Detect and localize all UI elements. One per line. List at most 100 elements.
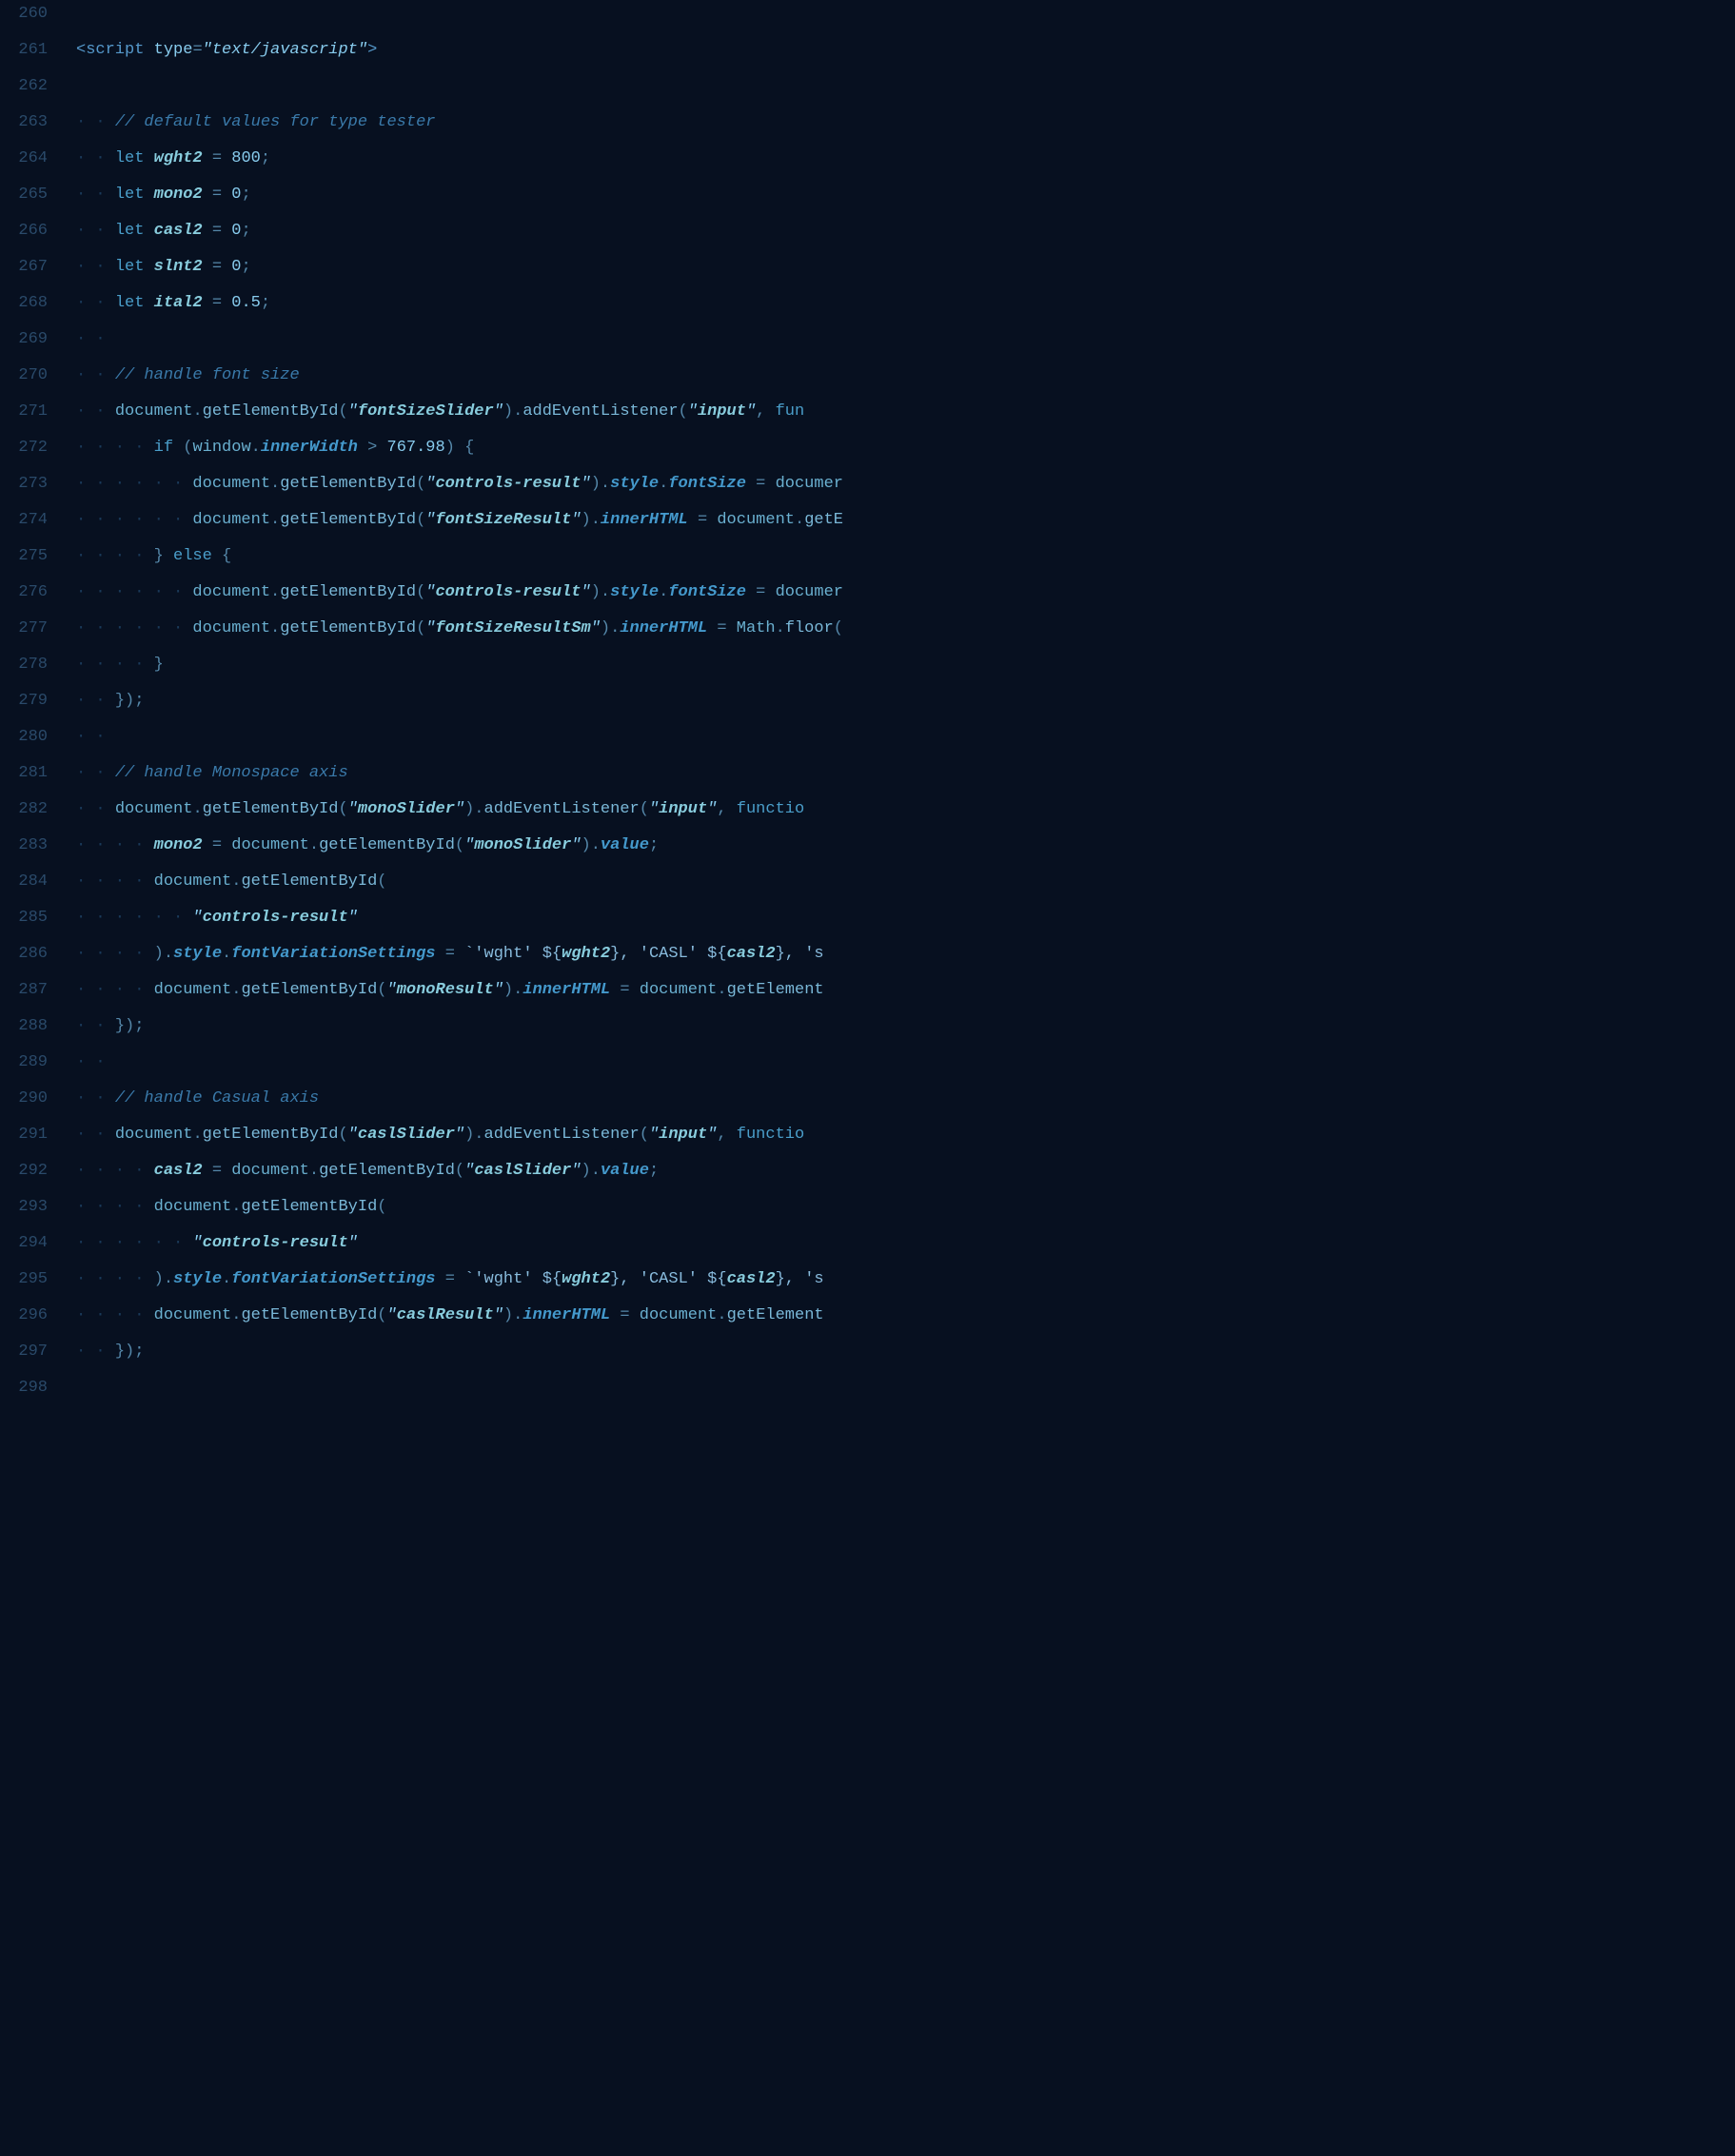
line-content: · · · · document.getElementById("caslRes… <box>67 1303 1735 1328</box>
code-line-277: 277 · · · · · · document.getElementById(… <box>0 615 1735 651</box>
line-content: · · · · document.getElementById( <box>67 1194 1735 1220</box>
code-line-291: 291 · · document.getElementById("caslSli… <box>0 1121 1735 1157</box>
line-content: · · · · · · document.getElementById("con… <box>67 579 1735 605</box>
line-number: 264 <box>0 146 67 171</box>
code-line-290: 290 · · // handle Casual axis <box>0 1085 1735 1121</box>
line-number: 282 <box>0 796 67 822</box>
code-line-289: 289 · · <box>0 1049 1735 1085</box>
line-content: · · let casl2 = 0; <box>67 218 1735 244</box>
line-number: 272 <box>0 435 67 461</box>
line-content: · · let wght2 = 800; <box>67 146 1735 171</box>
code-line-261: 261 <script type="text/javascript"> <box>0 36 1735 72</box>
code-line-260: 260 <box>0 0 1735 36</box>
line-content: · · · · } <box>67 652 1735 677</box>
line-content: · · · · · · document.getElementById("con… <box>67 471 1735 497</box>
line-number: 289 <box>0 1049 67 1075</box>
line-number: 291 <box>0 1122 67 1147</box>
code-line-295: 295 · · · · ).style.fontVariationSetting… <box>0 1265 1735 1302</box>
code-line-296: 296 · · · · document.getElementById("cas… <box>0 1302 1735 1338</box>
line-number: 268 <box>0 290 67 316</box>
line-content: · · · · } else { <box>67 543 1735 569</box>
code-line-270: 270 · · // handle font size <box>0 362 1735 398</box>
code-line-287: 287 · · · · document.getElementById("mon… <box>0 976 1735 1012</box>
line-content: · · · · · · document.getElementById("fon… <box>67 507 1735 533</box>
code-line-264: 264 · · let wght2 = 800; <box>0 145 1735 181</box>
code-line-267: 267 · · let slnt2 = 0; <box>0 253 1735 289</box>
code-line-285: 285 · · · · · · "controls-result" <box>0 904 1735 940</box>
code-line-266: 266 · · let casl2 = 0; <box>0 217 1735 253</box>
line-number: 262 <box>0 73 67 99</box>
line-content: · · · · ).style.fontVariationSettings = … <box>67 941 1735 967</box>
line-number: 290 <box>0 1086 67 1111</box>
line-content: · · <box>67 724 1735 750</box>
line-number: 269 <box>0 326 67 352</box>
line-content: · · · · · · document.getElementById("fon… <box>67 616 1735 641</box>
line-number: 294 <box>0 1230 67 1256</box>
code-line-268: 268 · · let ital2 = 0.5; <box>0 289 1735 325</box>
code-line-273: 273 · · · · · · document.getElementById(… <box>0 470 1735 506</box>
line-number: 295 <box>0 1266 67 1292</box>
line-number: 296 <box>0 1303 67 1328</box>
line-number: 293 <box>0 1194 67 1220</box>
line-content: · · <box>67 1049 1735 1075</box>
code-line-293: 293 · · · · document.getElementById( <box>0 1193 1735 1229</box>
code-line-284: 284 · · · · document.getElementById( <box>0 868 1735 904</box>
line-number: 288 <box>0 1013 67 1039</box>
line-content: · · let mono2 = 0; <box>67 182 1735 207</box>
line-number: 285 <box>0 905 67 931</box>
line-content: · · document.getElementById("caslSlider"… <box>67 1122 1735 1147</box>
line-number: 286 <box>0 941 67 967</box>
line-content: · · document.getElementById("fontSizeSli… <box>67 399 1735 424</box>
line-content: · · · · casl2 = document.getElementById(… <box>67 1158 1735 1184</box>
line-number: 275 <box>0 543 67 569</box>
line-content: · · // default values for type tester <box>67 109 1735 135</box>
line-number: 280 <box>0 724 67 750</box>
code-line-283: 283 · · · · mono2 = document.getElementB… <box>0 832 1735 868</box>
line-content: · · // handle Monospace axis <box>67 760 1735 786</box>
code-line-263: 263 · · // default values for type teste… <box>0 108 1735 145</box>
code-line-281: 281 · · // handle Monospace axis <box>0 759 1735 795</box>
code-line-276: 276 · · · · · · document.getElementById(… <box>0 578 1735 615</box>
line-content: · · // handle font size <box>67 363 1735 388</box>
line-content: · · }); <box>67 1339 1735 1364</box>
code-line-274: 274 · · · · · · document.getElementById(… <box>0 506 1735 542</box>
line-number: 273 <box>0 471 67 497</box>
code-line-288: 288 · · }); <box>0 1012 1735 1049</box>
code-line-292: 292 · · · · casl2 = document.getElementB… <box>0 1157 1735 1193</box>
line-number: 271 <box>0 399 67 424</box>
line-content: · · · · if (window.innerWidth > 767.98) … <box>67 435 1735 461</box>
line-number: 292 <box>0 1158 67 1184</box>
line-content: · · <box>67 326 1735 352</box>
line-number: 297 <box>0 1339 67 1364</box>
line-number: 270 <box>0 363 67 388</box>
line-content: · · // handle Casual axis <box>67 1086 1735 1111</box>
code-line-271: 271 · · document.getElementById("fontSiz… <box>0 398 1735 434</box>
code-line-279: 279 · · }); <box>0 687 1735 723</box>
code-line-269: 269 · · <box>0 325 1735 362</box>
code-line-294: 294 · · · · · · "controls-result" <box>0 1229 1735 1265</box>
line-content: · · · · · · "controls-result" <box>67 1230 1735 1256</box>
code-editor: 260 261 <script type="text/javascript"> … <box>0 0 1735 2156</box>
line-content: · · let ital2 = 0.5; <box>67 290 1735 316</box>
code-line-278: 278 · · · · } <box>0 651 1735 687</box>
line-content: · · · · · · "controls-result" <box>67 905 1735 931</box>
line-number: 277 <box>0 616 67 641</box>
line-number: 298 <box>0 1375 67 1401</box>
line-number: 267 <box>0 254 67 280</box>
line-number: 265 <box>0 182 67 207</box>
line-content: · · · · mono2 = document.getElementById(… <box>67 833 1735 858</box>
code-line-280: 280 · · <box>0 723 1735 759</box>
code-line-265: 265 · · let mono2 = 0; <box>0 181 1735 217</box>
line-number: 276 <box>0 579 67 605</box>
code-line-272: 272 · · · · if (window.innerWidth > 767.… <box>0 434 1735 470</box>
line-number: 274 <box>0 507 67 533</box>
code-line-297: 297 · · }); <box>0 1338 1735 1374</box>
line-number: 260 <box>0 1 67 27</box>
line-content: · · let slnt2 = 0; <box>67 254 1735 280</box>
line-number: 283 <box>0 833 67 858</box>
line-content: · · document.getElementById("monoSlider"… <box>67 796 1735 822</box>
line-number: 261 <box>0 37 67 63</box>
line-content: · · · · ).style.fontVariationSettings = … <box>67 1266 1735 1292</box>
line-content: · · }); <box>67 1013 1735 1039</box>
code-line-275: 275 · · · · } else { <box>0 542 1735 578</box>
